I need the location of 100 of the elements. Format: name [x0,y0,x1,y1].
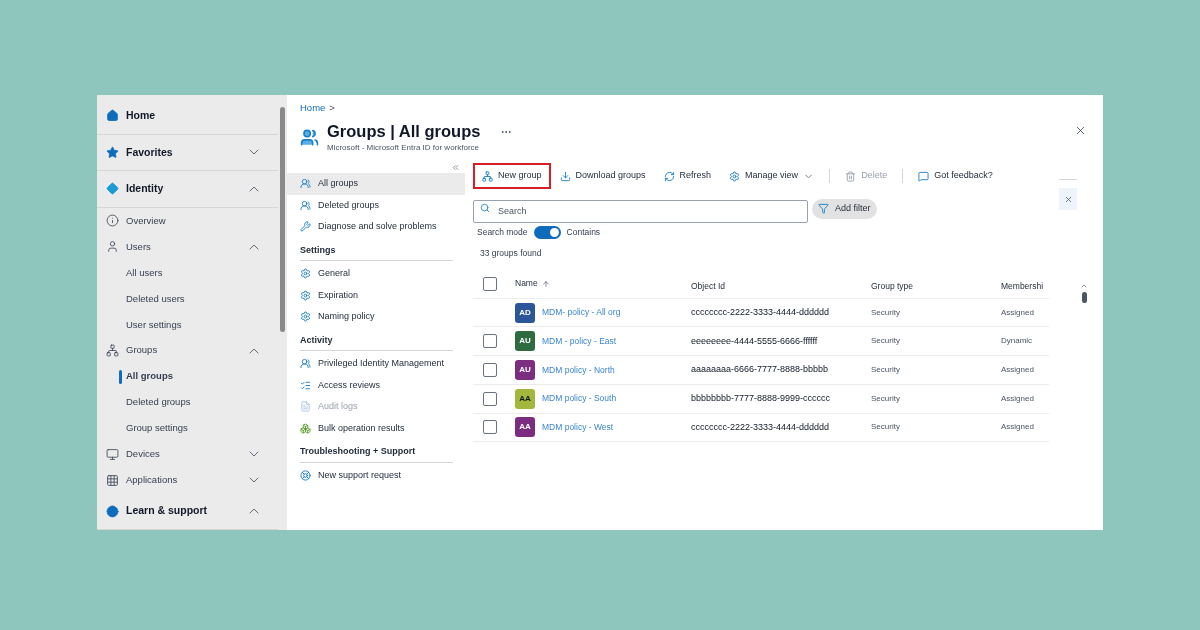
refresh-icon [663,170,675,182]
boxes-icon [300,422,311,434]
menu-item[interactable]: General [287,263,465,285]
table-cell-text: Security [871,363,901,376]
close-filter-button[interactable] [1059,188,1077,210]
search-mode-label: Search mode [477,226,528,239]
sort-ascending-icon [541,279,550,288]
checklist-icon [300,379,311,391]
sidebar-item[interactable]: User settings [126,317,182,332]
sidebar-item[interactable]: Favorites [126,144,173,161]
monitor-icon [106,448,119,461]
row-checkbox[interactable] [483,362,497,377]
menu-item[interactable]: Expiration [287,284,465,306]
row-checkbox[interactable] [483,334,497,349]
download-icon [559,170,571,182]
scroll-thumb[interactable] [1081,291,1087,303]
diamond-icon [106,182,119,196]
gear-icon [300,311,311,323]
table-cell-text: Security [871,392,901,405]
add-filter-button[interactable]: Add filter [812,198,877,219]
page-subtitle: Microsoft - Microsoft Entra ID for workforce [327,141,481,154]
sidebar-item[interactable]: Groups [126,343,158,358]
search-icon [480,203,490,213]
menu-item[interactable]: Deleted groups [287,194,465,216]
table-cell-text: Security [871,306,901,319]
row-checkbox[interactable] [483,391,497,406]
info-icon [106,214,119,228]
select-all-checkbox[interactable] [483,276,497,291]
column-header[interactable]: Name [515,277,538,291]
toolbar-button[interactable]: Got feedback? [909,163,1002,189]
trash-icon [845,170,857,182]
group-name-link[interactable]: MDM- policy - All org [542,306,621,319]
section-heading: Activity [300,333,453,351]
network-icon [482,170,493,182]
gear-icon [300,289,311,301]
sidebar-item[interactable]: Learn & support [126,503,208,520]
sidebar-item[interactable]: Home [126,107,156,124]
sidebar-item[interactable]: Group settings [126,421,188,436]
menu-item[interactable]: Privileged Identity Management [287,353,465,375]
user-icon [106,240,119,254]
wrench-icon [300,221,311,233]
toggle-switch[interactable] [533,226,561,239]
sidebar-item[interactable]: Overview [126,213,166,228]
column-header[interactable]: Object Id [691,280,726,291]
sidebar-item[interactable]: All groups [126,369,173,384]
home-icon [106,109,119,123]
group-name-link[interactable]: MDM policy - North [542,363,615,377]
close-icon [1063,194,1073,204]
scrollbar[interactable] [278,95,287,530]
sidebar-item[interactable]: Deleted groups [126,395,191,410]
table-cell-text: cccccccc-2222-3333-4444-dddddd [691,420,831,434]
sidebar-item[interactable]: Devices [126,447,160,462]
lifebuoy-icon [300,469,311,481]
sidebar-item[interactable]: Applications [126,473,178,488]
toolbar-button[interactable]: Download groups [550,163,655,189]
close-icon[interactable] [1074,124,1087,137]
section-heading: Troubleshooting + Support [300,445,453,463]
sidebar-item[interactable]: All users [126,265,163,280]
page-title: Groups | All groups [327,121,481,142]
toolbar-button[interactable]: New group [473,163,551,189]
sidebar-item[interactable]: Identity [126,181,164,197]
group-avatar: AD [515,302,535,323]
column-header[interactable]: Membershi [1001,280,1044,291]
gear-icon [300,268,311,280]
group-name-link[interactable]: MDM policy - South [542,392,617,406]
filter-icon [818,203,829,214]
row-checkbox[interactable] [483,420,497,435]
table-cell-text: aaaaaaaa-6666-7777-8888-bbbbb [691,363,830,377]
network-icon [106,344,119,358]
group-avatar: AA [515,417,535,438]
table-cell-text: cccccccc-2222-3333-4444-dddddd [691,305,831,319]
group-avatar: AA [515,388,535,409]
sidebar-item[interactable]: Users [126,239,151,254]
menu-item[interactable]: All groups [287,173,465,195]
menu-item[interactable]: Diagnose and solve problems [287,216,465,238]
toolbar-button[interactable]: Manage view [720,163,824,189]
document-icon [300,401,311,413]
menu-item[interactable]: New support request [287,464,465,486]
sidebar-item[interactable]: Deleted users [126,291,185,306]
people-icon [300,199,311,211]
table-cell-text: Assigned [1001,363,1035,376]
column-header[interactable]: Group type [871,280,914,291]
toolbar-button[interactable]: Refresh [654,163,721,189]
menu-item[interactable]: Bulk operation results [287,417,465,439]
table-cell-text: Dynamic [1001,335,1034,348]
breadcrumb-separator: > [329,101,335,115]
scroll-thumb[interactable] [280,107,285,332]
table-cell-text: Security [871,421,901,434]
table-cell-text: Security [871,335,901,348]
group-name-link[interactable]: MDM policy - West [542,420,614,434]
menu-item[interactable]: Naming policy [287,306,465,328]
breadcrumb-link[interactable]: Home [300,101,326,116]
group-name-link[interactable]: MDM - policy - East [542,334,617,348]
search-field[interactable]: Search [473,199,808,223]
menu-item[interactable]: Access reviews [287,374,465,396]
grid-icon [106,473,119,487]
search-mode-value: Contains [566,226,601,239]
table-cell-text: Assigned [1001,306,1035,319]
result-count: 33 groups found [480,247,543,260]
people-icon [300,178,311,190]
